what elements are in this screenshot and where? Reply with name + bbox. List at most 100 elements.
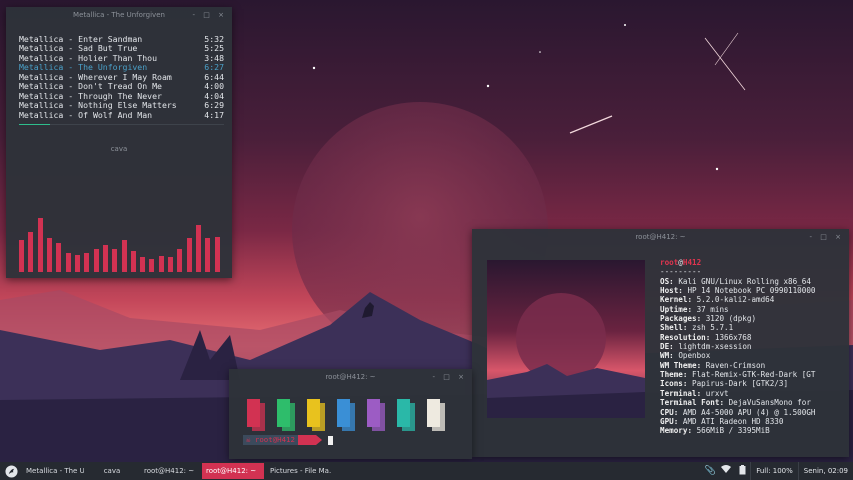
track-row[interactable]: Metallica - Of Wolf And Man 4:17 bbox=[19, 109, 224, 120]
info-value: AMD A4-5000 APU (4) @ 1.500GH bbox=[682, 407, 816, 417]
visualizer-bar bbox=[121, 240, 127, 272]
visualizer-bar bbox=[214, 236, 220, 272]
visualizer-bar bbox=[149, 259, 155, 272]
skull-icon: ☠ bbox=[246, 435, 251, 444]
prompt-arrow bbox=[315, 435, 322, 445]
info-line: WM Theme: Raven-Crimson bbox=[660, 360, 766, 370]
visualizer-bar bbox=[74, 255, 80, 272]
window-controls[interactable]: - □ × bbox=[810, 229, 844, 245]
music-player-window[interactable]: Metallica - The Unforgiven - □ × Metalli… bbox=[6, 7, 232, 278]
visualizer-bar bbox=[93, 249, 99, 272]
color-terminal-window[interactable]: root@H412: ~ - □ × ☠ root@H412 bbox=[229, 369, 472, 459]
neofetch-window-titlebar[interactable]: root@H412: ~ - □ × bbox=[472, 229, 849, 245]
info-line: Resolution: 1366x768 bbox=[660, 332, 752, 342]
info-line: DE: lightdm-xsession bbox=[660, 342, 752, 352]
info-line: Packages: 3120 (dpkg) bbox=[660, 314, 757, 324]
info-value: lightdm-xsession bbox=[678, 342, 752, 352]
taskbar-task[interactable]: Pictures - File Ma... bbox=[266, 463, 332, 479]
info-key: Uptime bbox=[660, 304, 688, 314]
visualizer-bar bbox=[56, 242, 62, 272]
visualizer-bar bbox=[84, 252, 90, 272]
info-key: Icons bbox=[660, 379, 683, 389]
info-line: GPU: AMD ATI Radeon HD 8330 bbox=[660, 416, 784, 426]
color-swatch-bright bbox=[427, 399, 440, 427]
info-key: CPU bbox=[660, 407, 674, 417]
neofetch-terminal-window[interactable]: root@H412: ~ - □ × root@H412 --------- O… bbox=[472, 229, 849, 457]
info-value: zsh 5.7.1 bbox=[692, 323, 734, 333]
info-key: Resolution bbox=[660, 332, 706, 342]
window-title: Metallica - The Unforgiven bbox=[73, 11, 165, 19]
track-list: Metallica - Enter Sandman 5:32 Metallica -… bbox=[19, 34, 224, 120]
visualizer-bar bbox=[46, 238, 52, 272]
info-value: Openbox bbox=[678, 351, 711, 361]
info-line: OS: Kali GNU/Linux Rolling x86_64 bbox=[660, 276, 811, 286]
color-swatch-bright bbox=[307, 399, 320, 427]
info-line: Icons: Papirus-Dark [GTK2/3] bbox=[660, 379, 789, 389]
visualizer-bar bbox=[205, 238, 211, 272]
info-line: Theme: Flat-Remix-GTK-Red-Dark [GT bbox=[660, 370, 816, 380]
text-cursor bbox=[327, 435, 333, 445]
cava-title: cava bbox=[110, 145, 128, 153]
info-key: WM bbox=[660, 351, 670, 361]
info-value: 566MiB / 3395MiB bbox=[696, 426, 770, 436]
clock[interactable]: Senin, 02:09 bbox=[797, 462, 853, 480]
color-swatch-bright bbox=[367, 399, 380, 427]
terminal-window-titlebar[interactable]: root@H412: ~ - □ × bbox=[229, 369, 472, 385]
info-key: Shell bbox=[660, 323, 683, 333]
taskbar-task[interactable]: root@H412: ~ bbox=[140, 463, 200, 479]
battery-icon[interactable] bbox=[734, 464, 750, 478]
visualizer-bar bbox=[19, 239, 24, 272]
kali-dragon-icon bbox=[4, 464, 18, 478]
window-controls[interactable]: - □ × bbox=[193, 7, 227, 23]
info-line: WM: Openbox bbox=[660, 351, 711, 361]
info-value: Kali GNU/Linux Rolling x86_64 bbox=[678, 276, 811, 286]
prompt-segment: ☠ root@H412 bbox=[243, 435, 298, 445]
info-key: Host bbox=[660, 286, 679, 296]
task-list: Metallica - The U...cavaroot@H412: ~root… bbox=[22, 462, 334, 480]
info-lines: OS: Kali GNU/Linux Rolling x86_64 Host: H… bbox=[660, 277, 845, 436]
start-menu-button[interactable] bbox=[0, 462, 22, 480]
info-key: Theme bbox=[660, 370, 683, 380]
info-value: AMD ATI Radeon HD 8330 bbox=[682, 416, 784, 426]
info-value: Raven-Crimson bbox=[705, 360, 766, 370]
playback-progress[interactable] bbox=[19, 124, 224, 125]
shell-prompt[interactable]: ☠ root@H412 bbox=[243, 435, 333, 445]
info-value: 1366x768 bbox=[714, 332, 752, 342]
info-line: Uptime: 37 mins bbox=[660, 304, 729, 314]
info-value: 5.2.0-kali2-amd64 bbox=[696, 295, 775, 305]
info-value: Flat-Remix-GTK-Red-Dark [GT bbox=[692, 370, 816, 380]
info-line: Host: HP 14 Notebook PC 0990110000 bbox=[660, 286, 816, 296]
wifi-icon[interactable] bbox=[718, 465, 734, 477]
visualizer-bar bbox=[140, 257, 146, 272]
progress-fill bbox=[19, 124, 50, 125]
visualizer-bar bbox=[130, 250, 136, 272]
info-key: Terminal Font bbox=[660, 398, 720, 408]
visualizer-bar bbox=[177, 249, 183, 272]
track-name: Metallica - Of Wolf And Man bbox=[19, 109, 153, 120]
wallpaper-thumbnail bbox=[487, 260, 645, 418]
taskbar-task[interactable]: root@H412: ~ bbox=[202, 463, 264, 479]
music-window-titlebar[interactable]: Metallica - The Unforgiven - □ × bbox=[6, 7, 232, 23]
info-value: urxvt bbox=[705, 388, 729, 398]
info-value: HP 14 Notebook PC 0990110000 bbox=[687, 286, 816, 296]
visualizer-bar bbox=[28, 231, 34, 272]
hostname: H412 bbox=[682, 258, 702, 267]
window-title: root@H412: ~ bbox=[325, 373, 376, 381]
info-key: WM Theme bbox=[660, 360, 697, 370]
taskbar-task[interactable]: cava bbox=[86, 463, 138, 479]
info-value: 37 mins bbox=[696, 304, 729, 314]
color-swatch-bright bbox=[247, 399, 260, 427]
window-controls[interactable]: - □ × bbox=[433, 369, 467, 385]
color-swatch-bright bbox=[337, 399, 350, 427]
taskbar-task[interactable]: Metallica - The U... bbox=[22, 463, 84, 479]
info-line: Terminal: urxvt bbox=[660, 388, 729, 398]
info-key: Packages bbox=[660, 314, 697, 324]
battery-status[interactable]: Full: 100% bbox=[750, 462, 798, 480]
visualizer-bar bbox=[65, 253, 71, 272]
paperclip-icon[interactable]: 📎 bbox=[702, 466, 718, 476]
info-line: Kernel: 5.2.0-kali2-amd64 bbox=[660, 295, 775, 305]
info-value: 3120 (dpkg) bbox=[705, 314, 757, 324]
info-key: Terminal bbox=[660, 388, 697, 398]
visualizer-bar bbox=[196, 225, 202, 272]
color-palette bbox=[247, 399, 457, 431]
